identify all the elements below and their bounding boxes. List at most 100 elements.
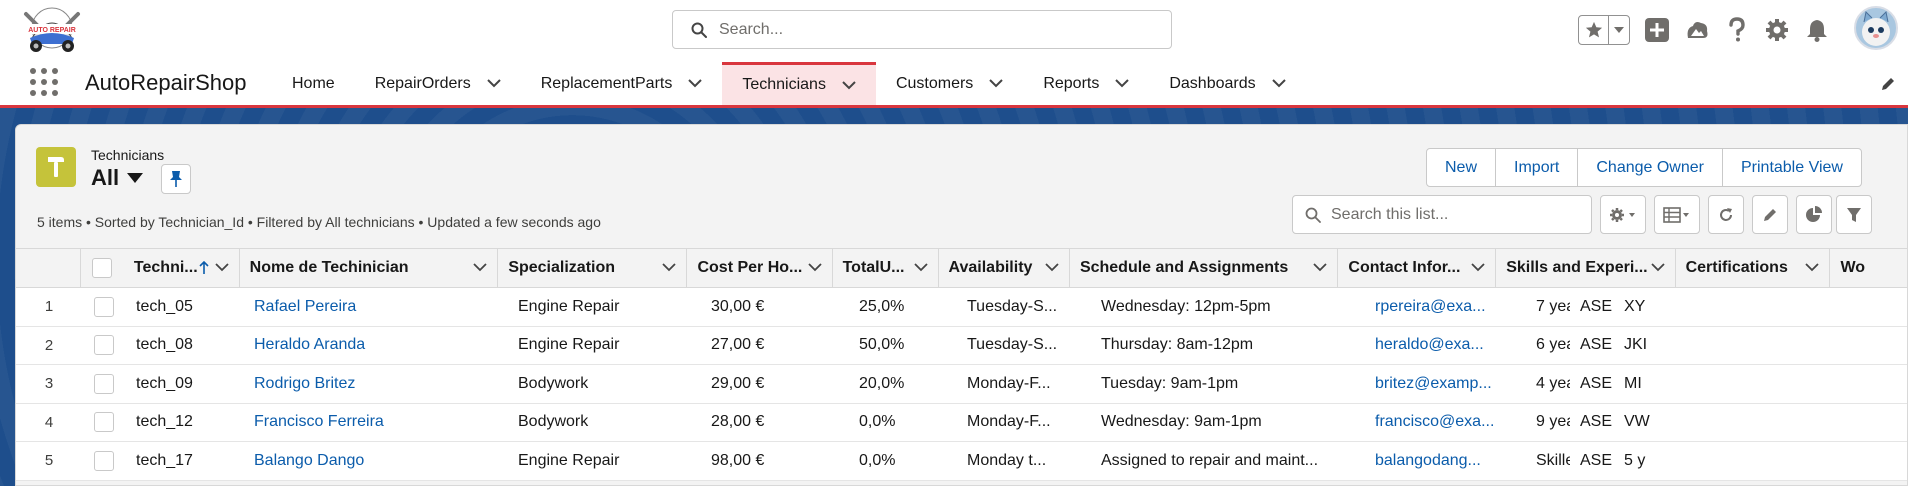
column-header-contact[interactable]: Contact Infor... xyxy=(1338,249,1497,287)
column-header-total-utilization[interactable]: TotalU... xyxy=(833,249,939,287)
column-header-specialization[interactable]: Specialization xyxy=(498,249,688,287)
tab-technicians[interactable]: Technicians xyxy=(722,62,876,105)
cell-technician-id: tech_05 xyxy=(136,297,193,315)
chevron-down-icon[interactable] xyxy=(1650,263,1665,272)
pin-list-view-button[interactable] xyxy=(161,164,191,194)
row-select[interactable] xyxy=(82,404,126,442)
cell-technician-id: tech_08 xyxy=(136,336,193,354)
inline-edit-button[interactable] xyxy=(1752,195,1788,234)
search-list-input[interactable]: Search this list... xyxy=(1292,195,1592,234)
tab-label: Home xyxy=(292,74,335,92)
select-all-checkbox[interactable] xyxy=(92,258,113,278)
charts-button[interactable] xyxy=(1796,195,1832,234)
notifications-bell-icon[interactable] xyxy=(1804,17,1830,43)
cell-contact-link[interactable]: heraldo@exa... xyxy=(1365,327,1526,365)
trailhead-icon[interactable] xyxy=(1684,17,1710,43)
list-view-name: All xyxy=(91,165,120,190)
refresh-icon xyxy=(1720,207,1732,221)
chevron-down-icon[interactable] xyxy=(1271,79,1286,88)
app-navigation-bar: AutoRepairShop Home RepairOrders Replace… xyxy=(0,62,1908,108)
column-header-technician-id[interactable]: Techni... xyxy=(124,249,240,287)
cell-total-utilization: 0,0% xyxy=(859,413,896,431)
cell-contact-link[interactable]: francisco@exa... xyxy=(1365,404,1526,442)
column-header-name[interactable]: Nome de Techinician xyxy=(240,249,499,287)
list-view-controls-button[interactable] xyxy=(1600,195,1646,234)
app-launcher-icon[interactable] xyxy=(30,68,58,96)
chevron-down-icon[interactable] xyxy=(1045,263,1059,272)
chevron-down-icon[interactable] xyxy=(473,263,487,272)
chevron-down-icon[interactable] xyxy=(1115,79,1130,88)
cell-contact-link[interactable]: balangodang... xyxy=(1365,442,1526,480)
cell-name-link[interactable]: Francisco Ferreira xyxy=(244,404,508,442)
cell-technician-id: tech_17 xyxy=(136,451,193,469)
chevron-down-icon[interactable] xyxy=(913,263,928,272)
chevron-down-icon[interactable] xyxy=(688,79,703,88)
tab-home[interactable]: Home xyxy=(272,62,355,105)
filters-button[interactable] xyxy=(1836,195,1872,234)
row-checkbox[interactable] xyxy=(94,450,114,471)
row-select[interactable] xyxy=(82,327,126,365)
row-select[interactable] xyxy=(82,442,126,480)
global-search-input[interactable]: Search... xyxy=(672,10,1172,49)
cell-work: VW xyxy=(1624,413,1650,431)
setup-gear-icon[interactable] xyxy=(1764,17,1790,43)
import-button[interactable]: Import xyxy=(1495,149,1577,186)
select-all-header xyxy=(81,249,124,287)
row-select[interactable] xyxy=(82,365,126,403)
tab-reports[interactable]: Reports xyxy=(1023,62,1149,105)
change-owner-button[interactable]: Change Owner xyxy=(1577,149,1722,186)
column-header-certifications[interactable]: Certifications xyxy=(1676,249,1831,287)
chevron-down-icon[interactable] xyxy=(807,263,822,272)
cell-name-link[interactable]: Balango Dango xyxy=(244,442,508,480)
app-logo[interactable]: AUTO REPAIR xyxy=(18,4,86,56)
global-create-icon[interactable] xyxy=(1644,17,1670,43)
chevron-down-icon[interactable] xyxy=(1471,263,1485,272)
sort-ascending-icon[interactable] xyxy=(199,261,209,275)
tab-repairorders[interactable]: RepairOrders xyxy=(355,62,521,105)
tab-dashboards[interactable]: Dashboards xyxy=(1149,62,1305,105)
cell-name-link[interactable]: Rodrigo Britez xyxy=(244,365,508,403)
column-header-cost-per-hour[interactable]: Cost Per Ho... xyxy=(687,249,833,287)
nav-tabs: Home RepairOrders ReplacementParts Techn… xyxy=(272,62,1306,105)
cell-contact-link[interactable]: britez@examp... xyxy=(1365,365,1526,403)
list-view-selector[interactable]: All xyxy=(91,165,144,191)
cell-cost-per-hour: 29,00 € xyxy=(711,374,765,392)
table-row: 5 tech_17 Balango Dango Engine Repair 98,00 … xyxy=(16,442,1907,481)
printable-view-button[interactable]: Printable View xyxy=(1721,149,1861,186)
chevron-down-icon[interactable] xyxy=(487,79,501,88)
cell-name-link[interactable]: Heraldo Aranda xyxy=(244,327,508,365)
column-header-skills[interactable]: Skills and Experi... xyxy=(1496,249,1676,287)
display-as-button[interactable] xyxy=(1654,195,1700,234)
column-header-availability[interactable]: Availability xyxy=(939,249,1070,287)
row-checkbox[interactable] xyxy=(94,335,114,356)
tab-replacementparts[interactable]: ReplacementParts xyxy=(521,62,723,105)
tab-customers[interactable]: Customers xyxy=(876,62,1023,105)
edit-nav-pencil-icon[interactable] xyxy=(1880,76,1896,92)
row-checkbox[interactable] xyxy=(94,412,114,433)
caret-down-icon[interactable] xyxy=(127,173,144,183)
new-button[interactable]: New xyxy=(1427,149,1495,186)
cell-schedule: Thursday: 8am-12pm xyxy=(1101,336,1254,354)
favorites-dropdown-icon[interactable] xyxy=(1609,27,1629,33)
cell-contact-link[interactable]: rpereira@exa... xyxy=(1365,288,1526,326)
chevron-down-icon[interactable] xyxy=(215,263,229,272)
chevron-down-icon[interactable] xyxy=(842,80,856,90)
chevron-down-icon[interactable] xyxy=(662,263,677,272)
column-header-work[interactable]: Wo xyxy=(1830,249,1907,287)
column-label: Wo xyxy=(1840,259,1866,276)
help-icon[interactable] xyxy=(1724,17,1750,43)
chevron-down-icon[interactable] xyxy=(1313,263,1328,272)
cell-name-link[interactable]: Rafael Pereira xyxy=(244,288,508,326)
chevron-down-icon[interactable] xyxy=(989,79,1004,88)
column-label: Skills and Experi... xyxy=(1506,259,1648,276)
row-checkbox[interactable] xyxy=(94,296,114,317)
cell-cost-per-hour: 27,00 € xyxy=(711,336,765,354)
favorites-star-icon[interactable] xyxy=(1579,16,1609,44)
search-list-placeholder: Search this list... xyxy=(1331,205,1449,223)
refresh-button[interactable] xyxy=(1708,195,1744,234)
column-header-schedule[interactable]: Schedule and Assignments xyxy=(1070,249,1339,287)
row-checkbox[interactable] xyxy=(94,373,114,394)
user-avatar[interactable] xyxy=(1854,6,1898,50)
chevron-down-icon[interactable] xyxy=(1805,263,1820,272)
row-select[interactable] xyxy=(82,288,126,326)
